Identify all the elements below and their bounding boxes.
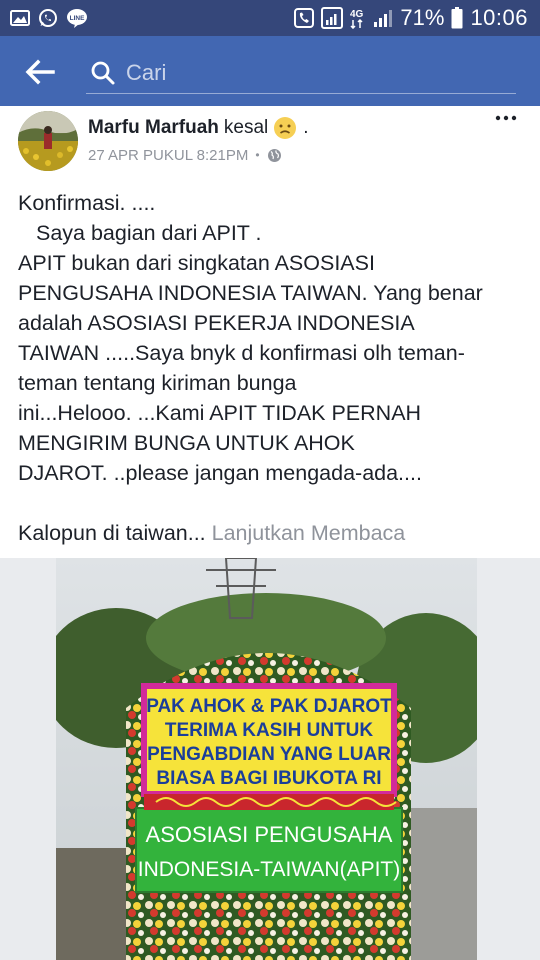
post-text-last-line: Kalopun di taiwan... Lanjutkan Membaca: [18, 518, 523, 548]
post-card: Marfu Marfuah kesal . 27 APR PUKUL 8:21P…: [0, 106, 540, 960]
search-bar[interactable]: [86, 52, 516, 94]
battery-percent: 71%: [400, 5, 445, 30]
post-timestamp[interactable]: 27 APR PUKUL 8:21PM: [88, 147, 248, 164]
post-text-line: TAIWAN .....Saya bnyk d konfirmasi olh t…: [18, 341, 465, 365]
meta-separator: •: [255, 148, 260, 162]
network-4g-icon: 4G: [350, 7, 366, 29]
banner-line: PENGABDIAN YANG LUAR: [147, 744, 391, 765]
post-text: Konfirmasi. .... Saya bagian dari APIT .…: [18, 188, 523, 548]
status-bar: LINE 4G 71% 10:06: [0, 0, 540, 36]
svg-text:4G: 4G: [350, 9, 364, 20]
truncated-text: Kalopun di taiwan...: [18, 521, 206, 545]
more-dots-icon: [495, 115, 517, 121]
sad-face-icon: [273, 116, 297, 140]
battery-icon: [451, 7, 463, 29]
post-text-line: Konfirmasi. ....: [18, 191, 156, 215]
post-text-line: DJAROT. ..please jangan mengada-ada....: [18, 461, 422, 485]
search-icon: [90, 59, 118, 87]
notification-icons: LINE: [10, 7, 88, 29]
sender-line: INDONESIA-TAIWAN(APIT): [138, 858, 401, 881]
globe-icon: [267, 148, 282, 163]
whatsapp-icon: [38, 8, 58, 28]
post-photo[interactable]: PAK AHOK & PAK DJAROT TERIMA KASIH UNTUK…: [56, 558, 477, 960]
more-options-button[interactable]: [494, 108, 518, 128]
top-app-bar: [0, 36, 540, 106]
arrow-left-icon: [25, 59, 55, 85]
post-text-line: teman tentang kiriman bunga: [18, 371, 297, 395]
photo-container: PAK AHOK & PAK DJAROT TERIMA KASIH UNTUK…: [0, 558, 540, 960]
signal-icon: [321, 7, 344, 29]
post-text-line: MENGIRIM BUNGA UNTUK AHOK: [18, 431, 355, 455]
phone-data-icon: [294, 8, 315, 28]
banner-line: BIASA BAGI IBUKOTA RI: [156, 768, 381, 789]
line-icon: LINE: [66, 8, 88, 28]
post-text-line: adalah ASOSIASI PEKERJA INDONESIA: [18, 311, 415, 335]
clock: 10:06: [470, 5, 528, 30]
svg-text:LINE: LINE: [70, 15, 85, 22]
banner-line: PAK AHOK & PAK DJAROT: [146, 696, 392, 717]
banner-line: TERIMA KASIH UNTUK: [165, 720, 374, 741]
post-text-line: PENGUSAHA INDONESIA TAIWAN. Yang benar: [18, 281, 483, 305]
post-text-line: ini...Helooo. ...Kami APIT TIDAK PERNAH: [18, 401, 422, 425]
post-author-line: Marfu Marfuah kesal .: [88, 114, 309, 142]
signal-bars-icon: [373, 8, 393, 28]
author-trailing-dot: .: [303, 117, 309, 138]
avatar[interactable]: [18, 111, 78, 171]
feeling-label: kesal: [223, 117, 269, 138]
gallery-icon: [10, 9, 30, 27]
post-text-line: Saya bagian dari APIT .: [36, 221, 262, 245]
post-meta: 27 APR PUKUL 8:21PM •: [88, 144, 282, 166]
system-icons: 4G 71% 10:06: [294, 0, 528, 36]
post-text-line: APIT bukan dari singkatan ASOSIASI: [18, 251, 375, 275]
search-input[interactable]: [126, 59, 506, 86]
sender-line: ASOSIASI PENGUSAHA: [146, 822, 393, 847]
back-button[interactable]: [20, 56, 60, 88]
see-more-link[interactable]: Lanjutkan Membaca: [212, 521, 406, 545]
author-name[interactable]: Marfu Marfuah: [88, 117, 219, 139]
